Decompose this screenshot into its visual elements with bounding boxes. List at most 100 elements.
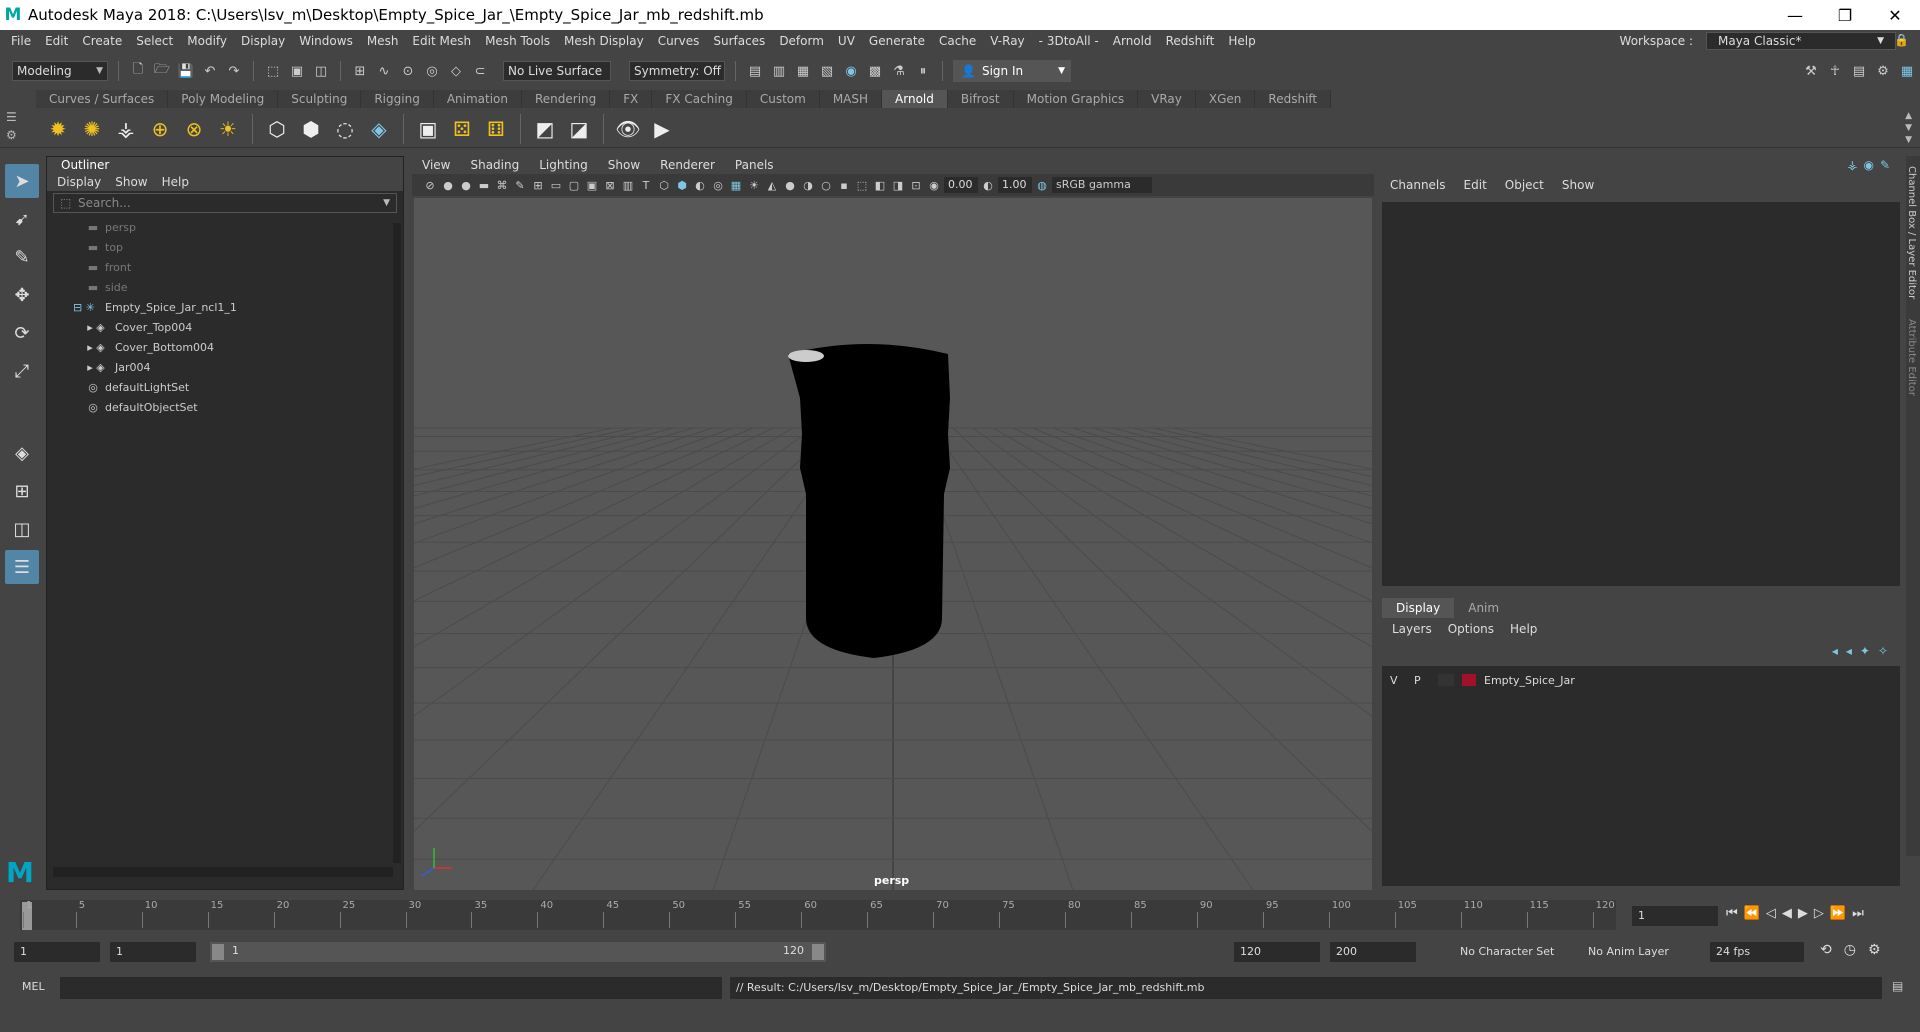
tool-settings-icon[interactable]: ⚙ bbox=[1874, 62, 1892, 80]
skydome-light-icon[interactable]: ⊕ bbox=[146, 115, 174, 143]
shelf-scroll-icon[interactable]: ▲ ▼ ▼ bbox=[1905, 110, 1912, 146]
smooth-shade-icon[interactable]: ⬢ bbox=[674, 176, 690, 194]
outliner-menu-show[interactable]: Show bbox=[115, 173, 147, 191]
field-chart-icon[interactable]: ⊠ bbox=[602, 176, 618, 194]
menu-set-dropdown[interactable]: Modeling ▼ bbox=[12, 61, 108, 81]
anti-aliasing-icon[interactable]: ○ bbox=[818, 176, 834, 194]
outliner-item-cover_top004[interactable]: ▸ ◈ Cover_Top004 bbox=[47, 317, 403, 337]
select-tool-icon[interactable]: ➤ bbox=[5, 164, 39, 198]
menu-create[interactable]: Create bbox=[75, 34, 129, 48]
shelf-tab-vray[interactable]: VRay bbox=[1138, 90, 1196, 108]
spice-jar-mesh[interactable] bbox=[788, 344, 950, 658]
snap-magnet-icon[interactable]: ⊂ bbox=[471, 62, 489, 80]
wireframe-icon[interactable]: ⬡ bbox=[656, 176, 672, 194]
menu-display[interactable]: Display bbox=[234, 34, 292, 48]
textured-icon[interactable]: ▦ bbox=[728, 176, 744, 194]
menu-windows[interactable]: Windows bbox=[292, 34, 360, 48]
menu-modify[interactable]: Modify bbox=[180, 34, 234, 48]
playback-start-field[interactable]: 1 bbox=[110, 942, 196, 962]
material-icon[interactable]: ◩ bbox=[531, 115, 559, 143]
new-layer-from-selected-icon[interactable]: ✧ bbox=[1878, 644, 1888, 658]
four-view-layout-icon[interactable]: ⊞ bbox=[5, 474, 39, 508]
outliner-vscrollbar[interactable] bbox=[393, 223, 401, 863]
layer-row[interactable]: V P Empty_Spice_Jar bbox=[1382, 670, 1900, 690]
ipr-render-icon[interactable]: ▦ bbox=[794, 62, 812, 80]
select-object-icon[interactable]: ▣ bbox=[288, 62, 306, 80]
playback-end-field[interactable]: 120 bbox=[1234, 942, 1320, 962]
render-view-eye-icon[interactable]: 👁 bbox=[614, 115, 642, 143]
shelf-tab-arnold[interactable]: Arnold bbox=[882, 90, 948, 108]
viewport-menu-show[interactable]: Show bbox=[608, 156, 640, 174]
scale-tool-icon[interactable]: ⤢ bbox=[5, 354, 39, 388]
play-forwards-icon[interactable]: ▶ bbox=[1798, 906, 1808, 921]
minimize-button[interactable]: — bbox=[1770, 0, 1820, 30]
outliner-hscrollbar[interactable] bbox=[53, 867, 393, 877]
snap-point-icon[interactable]: ⊙ bbox=[399, 62, 417, 80]
menu-deform[interactable]: Deform bbox=[772, 34, 831, 48]
close-button[interactable]: ✕ bbox=[1870, 0, 1920, 30]
range-end-handle[interactable] bbox=[812, 944, 824, 960]
menu-mesh-display[interactable]: Mesh Display bbox=[557, 34, 651, 48]
render-play-icon[interactable]: ▶ bbox=[648, 115, 676, 143]
lasso-tool-icon[interactable]: ➹ bbox=[5, 202, 39, 236]
menu-edit-mesh[interactable]: Edit Mesh bbox=[405, 34, 478, 48]
exposure-field[interactable]: 0.00 bbox=[944, 177, 978, 193]
animation-start-field[interactable]: 1 bbox=[14, 942, 100, 962]
outliner-layout-icon[interactable]: ☰ bbox=[5, 550, 39, 584]
new-scene-icon[interactable]: 🗋 bbox=[129, 62, 147, 80]
outliner-item-jar004[interactable]: ▸ ◈ Jar004 bbox=[47, 357, 403, 377]
menu-uv[interactable]: UV bbox=[831, 34, 862, 48]
move-tool-icon[interactable]: ✥ bbox=[5, 278, 39, 312]
lock-icon[interactable]: 🔒 bbox=[1887, 33, 1916, 47]
ambient-occlusion-icon[interactable]: ● bbox=[782, 176, 798, 194]
step-back-key-icon[interactable]: ⏪ bbox=[1744, 906, 1760, 921]
menu-mesh-tools[interactable]: Mesh Tools bbox=[478, 34, 557, 48]
light-portal-icon[interactable]: ⊗ bbox=[180, 115, 208, 143]
depth-of-field-icon[interactable]: ▪ bbox=[836, 176, 852, 194]
fps-dropdown[interactable]: 24 fps bbox=[1710, 942, 1804, 962]
gate-mask-icon[interactable]: ▣ bbox=[584, 176, 600, 194]
lights-icon[interactable]: ☀ bbox=[746, 176, 762, 194]
snap-curve-icon[interactable]: ∿ bbox=[375, 62, 393, 80]
render-settings-icon[interactable]: ▧ bbox=[818, 62, 836, 80]
shelf-tab-custom[interactable]: Custom bbox=[746, 90, 820, 108]
safe-title-icon[interactable]: T bbox=[638, 176, 654, 194]
edit-icon[interactable]: ✎ bbox=[1880, 158, 1890, 172]
xray-joints-icon[interactable]: ⊡ bbox=[908, 176, 924, 194]
character-controls-icon[interactable]: ☥ bbox=[1826, 62, 1844, 80]
layer-menu-options[interactable]: Options bbox=[1448, 622, 1494, 640]
bookmarks-icon[interactable]: ● bbox=[458, 176, 474, 194]
auto-key-icon[interactable]: ◷ bbox=[1844, 942, 1856, 958]
select-component-icon[interactable]: ◫ bbox=[312, 62, 330, 80]
attribute-editor-icon[interactable]: ▤ bbox=[1850, 62, 1868, 80]
symmetry-dropdown[interactable]: Symmetry: Off bbox=[629, 61, 725, 81]
outliner-item-top[interactable]: ▬ top bbox=[47, 237, 403, 257]
export-stand-in-icon[interactable]: ⬢ bbox=[297, 115, 325, 143]
anim-layer-dropdown[interactable]: No Anim Layer bbox=[1582, 942, 1690, 962]
outliner-menu-display[interactable]: Display bbox=[57, 173, 101, 191]
script-editor-icon[interactable]: ▤ bbox=[1892, 979, 1903, 993]
snap-view-icon[interactable]: ◎ bbox=[423, 62, 441, 80]
outliner-item-side[interactable]: ▬ side bbox=[47, 277, 403, 297]
outliner-item-group[interactable]: ⊟ ✳ Empty_Spice_Jar_ncl1_1 bbox=[47, 297, 403, 317]
grease-pencil-icon[interactable]: ✎ bbox=[512, 176, 528, 194]
layer-name[interactable]: Empty_Spice_Jar bbox=[1484, 674, 1575, 687]
paint-select-tool-icon[interactable]: ✎ bbox=[5, 240, 39, 274]
mesh-light-icon[interactable]: ✺ bbox=[78, 115, 106, 143]
workspace-dropdown[interactable]: Maya Classic* ▼ bbox=[1706, 32, 1896, 50]
open-scene-icon[interactable]: 🗁 bbox=[153, 62, 171, 80]
shelf-tab-rendering[interactable]: Rendering bbox=[522, 90, 611, 108]
channel-box-menu-object[interactable]: Object bbox=[1505, 178, 1544, 192]
volume-icon[interactable]: ◌ bbox=[331, 115, 359, 143]
layer-playback-toggle[interactable]: P bbox=[1414, 674, 1430, 687]
save-scene-icon[interactable]: 💾 bbox=[177, 62, 195, 80]
redo-icon[interactable]: ↷ bbox=[225, 62, 243, 80]
modeling-toolkit-icon[interactable]: ⚒ bbox=[1802, 62, 1820, 80]
curve-collector-icon[interactable]: ◈ bbox=[365, 115, 393, 143]
motion-blur-icon[interactable]: ◑ bbox=[800, 176, 816, 194]
move-layer-down-icon[interactable]: ◂ bbox=[1846, 644, 1852, 658]
snap-surface-icon[interactable]: ◇ bbox=[447, 62, 465, 80]
time-ruler[interactable]: 1 5 10 15 20 25 30 35 40 45 50 55 60 65 70 75 80 85 90 95 10… bbox=[20, 900, 1616, 930]
render-view-icon[interactable]: ▩ bbox=[866, 62, 884, 80]
menu-arnold[interactable]: Arnold bbox=[1106, 34, 1159, 48]
